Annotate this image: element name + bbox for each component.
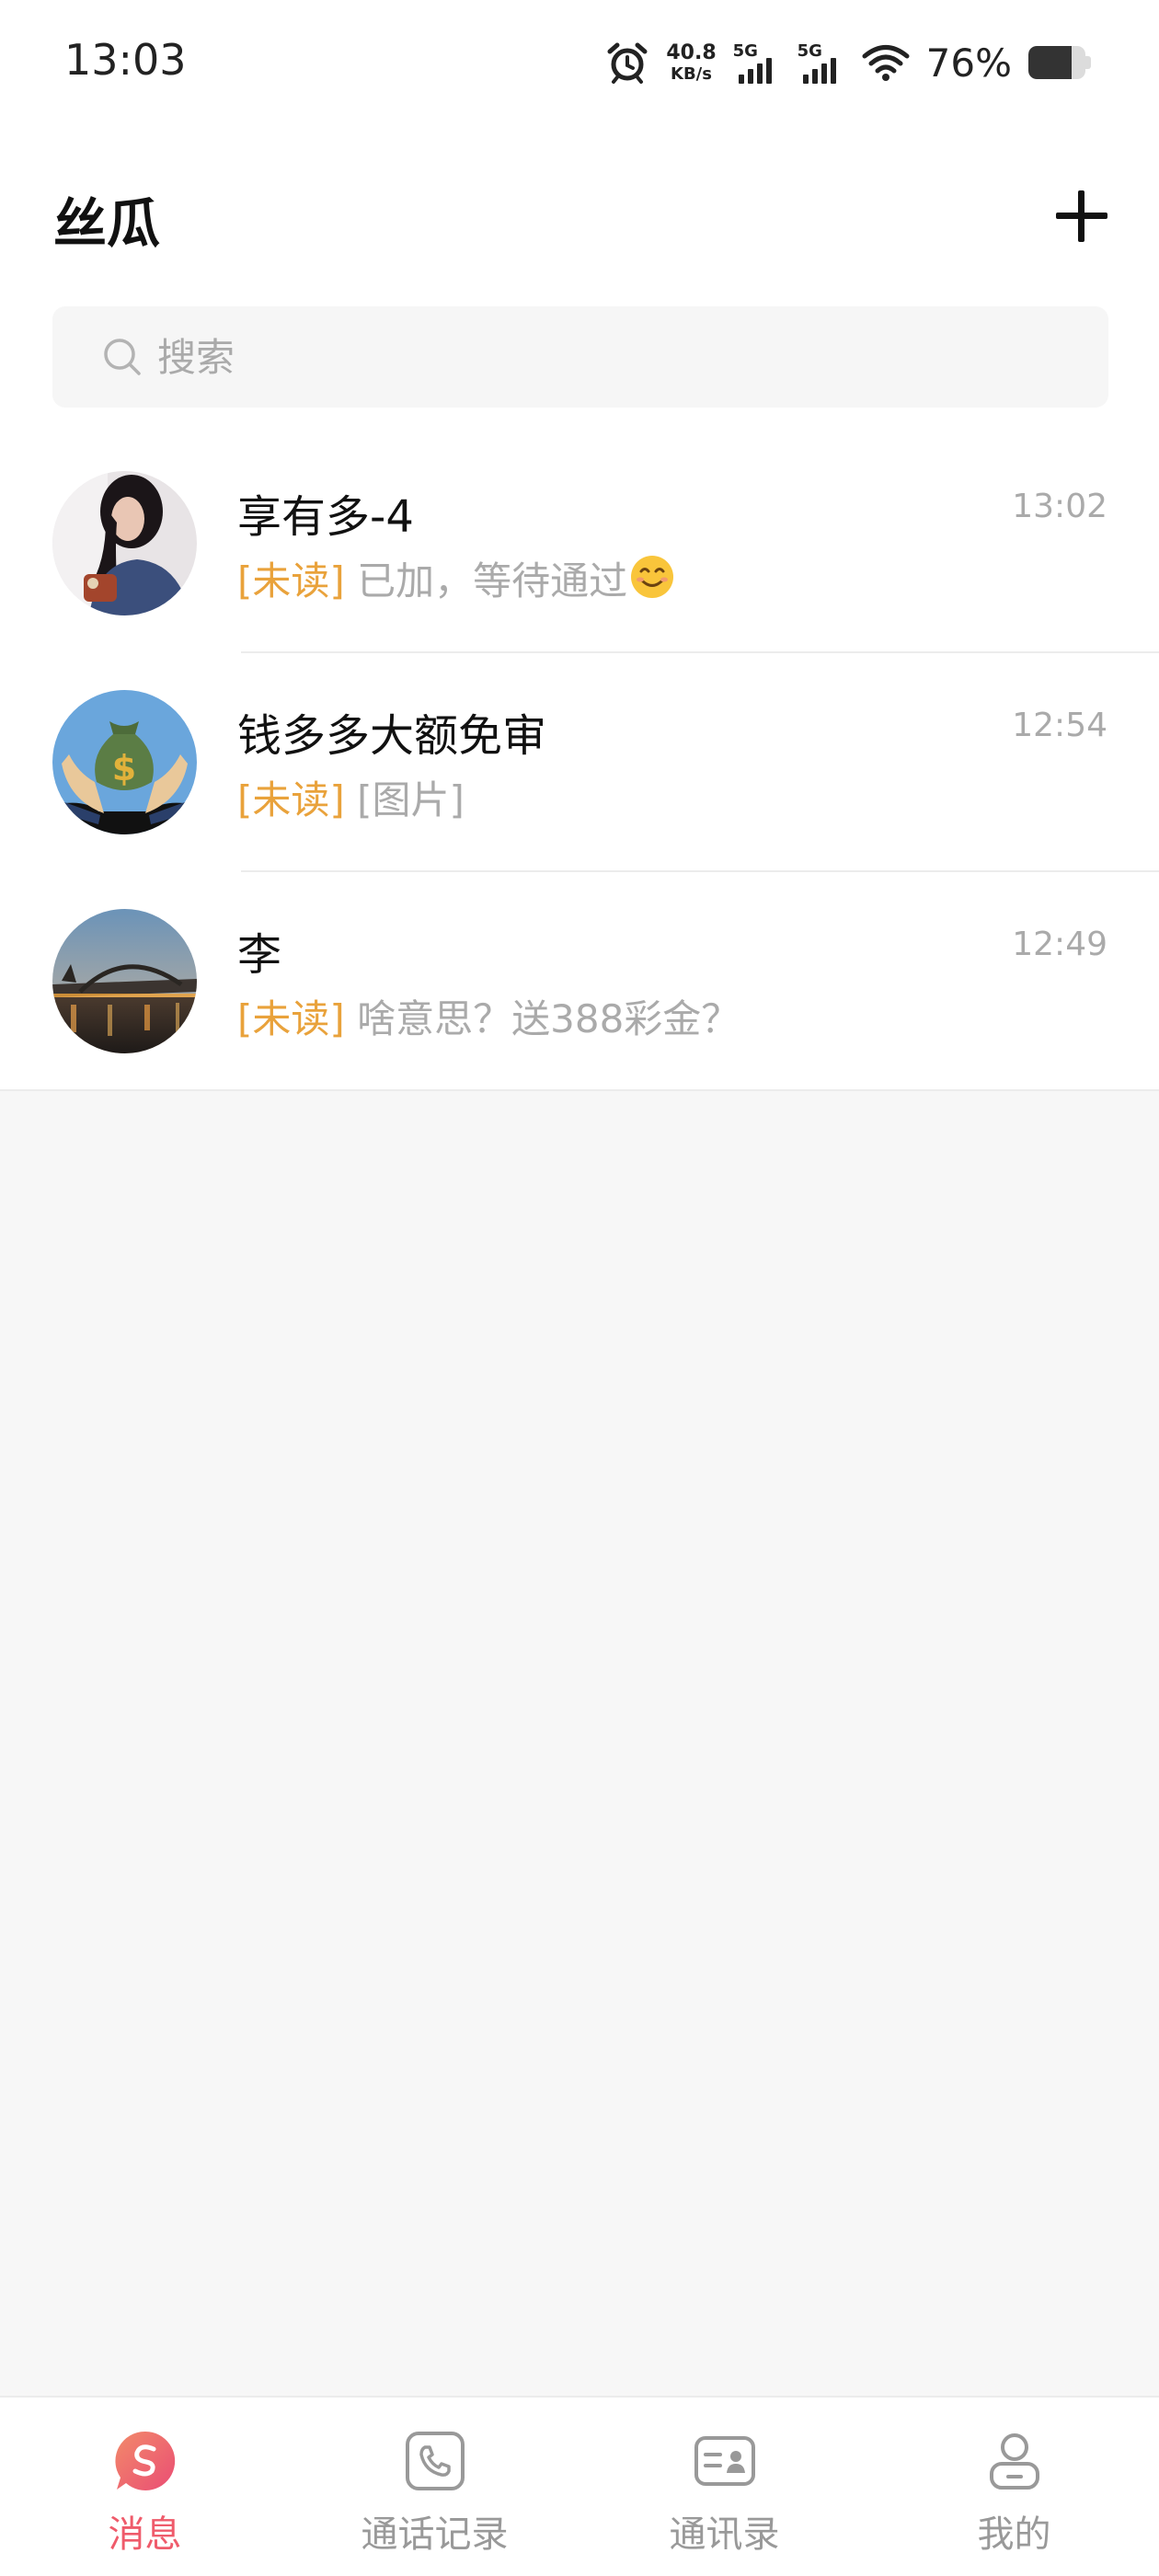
conversation-item[interactable]: 享有多-4 13:02 [未读] 已加，等待通过 <box>0 434 1159 653</box>
contact-name: 李 <box>237 929 282 981</box>
unread-tag: [未读] <box>237 558 345 604</box>
wifi-icon <box>862 45 910 81</box>
search-bar[interactable] <box>52 306 1108 408</box>
avatar: $ <box>52 690 197 834</box>
battery-icon <box>1028 45 1095 80</box>
smile-emoji-icon <box>631 556 674 598</box>
avatar-bridge <box>52 909 197 1053</box>
conversation-item[interactable]: $ 钱多多大额免审 12:54 [未读] [图片] <box>0 653 1159 872</box>
tab-call-history[interactable]: 通话记录 <box>290 2398 580 2576</box>
avatar <box>52 909 197 1053</box>
signal-icon-2: 5G <box>798 41 845 84</box>
message-preview: [未读] 啥意思？送388彩金？ <box>237 988 740 1044</box>
avatar-money-bag: $ <box>52 690 197 834</box>
message-text: [图片] <box>357 777 465 822</box>
contact-name: 享有多-4 <box>237 491 414 543</box>
alarm-icon <box>607 42 648 84</box>
tab-label: 通话记录 <box>361 2513 509 2556</box>
search-input[interactable] <box>155 333 987 381</box>
message-text: 已加，等待通过 <box>357 558 628 604</box>
status-bar: 13:03 40.8 KB/s 5G 5G 76% <box>0 0 1159 129</box>
avatar-woman <box>52 471 197 615</box>
app-screen: 13:03 40.8 KB/s 5G 5G 76% 丝瓜 搜索 享有多-4 13… <box>0 0 1159 2576</box>
plus-icon[interactable] <box>1056 190 1107 242</box>
bottom-nav: 消息 通话记录 通讯录 我的 <box>0 2396 1159 2576</box>
battery-percent: 76% <box>925 40 1012 86</box>
profile-icon <box>989 2433 1039 2490</box>
unread-tag: [未读] <box>237 996 345 1041</box>
contact-name: 钱多多大额免审 <box>237 710 547 762</box>
tab-profile[interactable]: 我的 <box>869 2398 1159 2576</box>
divider <box>0 1089 1159 1091</box>
network-speed-value: 40.8 <box>666 40 717 64</box>
tab-contacts[interactable]: 通讯录 <box>580 2398 869 2576</box>
tab-messages[interactable]: 消息 <box>0 2398 290 2576</box>
message-preview: [未读] [图片] <box>237 769 465 825</box>
tab-label: 消息 <box>108 2513 182 2556</box>
svg-text:$: $ <box>112 748 136 788</box>
signal-icon: 5G <box>733 41 781 84</box>
status-time: 13:03 <box>64 35 187 85</box>
status-icons: 40.8 KB/s 5G 5G 76% <box>605 35 1095 90</box>
avatar <box>52 471 197 615</box>
tab-label: 我的 <box>977 2513 1051 2556</box>
tab-label: 通讯录 <box>669 2513 780 2556</box>
message-preview: [未读] 已加，等待通过 <box>237 550 675 606</box>
message-time: 12:54 <box>1012 707 1107 744</box>
phone-icon <box>405 2432 465 2490</box>
network-speed: 40.8 KB/s <box>666 40 717 84</box>
message-time: 12:49 <box>1012 926 1107 963</box>
search-icon <box>104 339 141 375</box>
contacts-icon <box>694 2436 755 2486</box>
page-title: 丝瓜 <box>53 192 161 255</box>
network-speed-unit: KB/s <box>671 63 712 84</box>
conversation-item[interactable]: 李 12:49 [未读] 啥意思？送388彩金？ <box>0 872 1159 1091</box>
conversation-list: 享有多-4 13:02 [未读] 已加，等待通过 $ 钱多多大额免审 12:54… <box>0 434 1159 1091</box>
message-icon <box>114 2431 175 2490</box>
message-text: 啥意思？送388彩金？ <box>357 996 740 1041</box>
message-time: 13:02 <box>1012 488 1107 525</box>
unread-tag: [未读] <box>237 777 345 822</box>
